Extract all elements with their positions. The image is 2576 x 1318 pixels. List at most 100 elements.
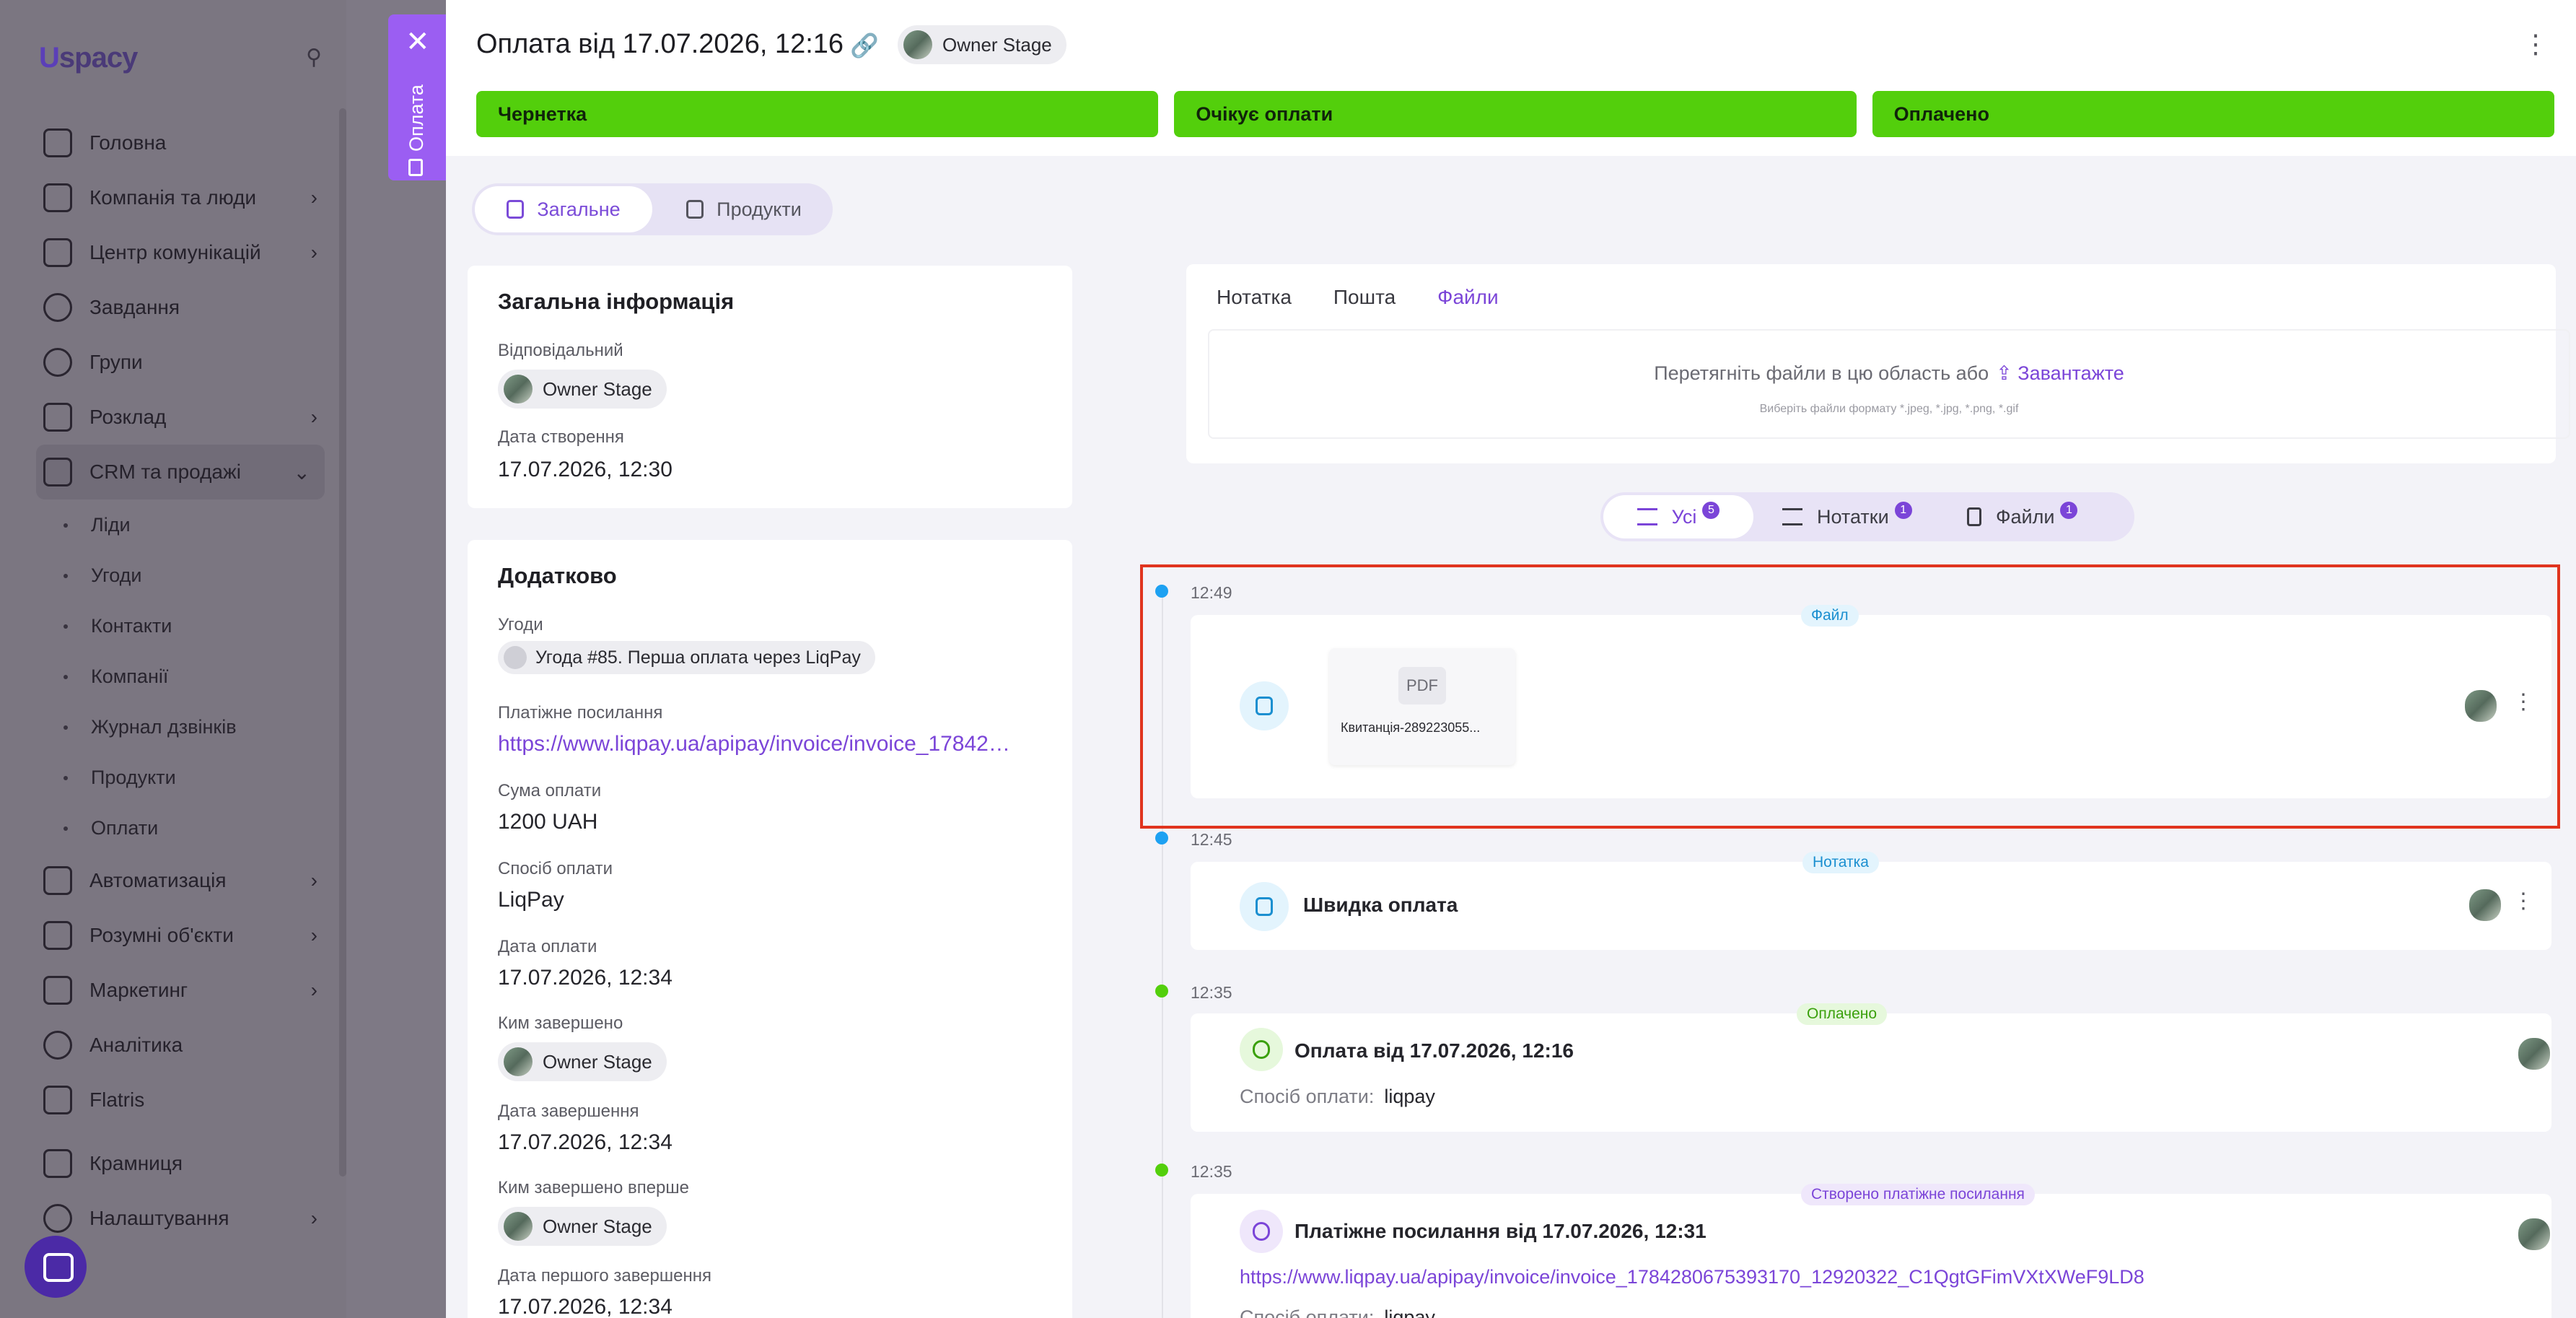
general-info-card: Загальна інформація Відповідальний Owner…	[468, 266, 1072, 508]
app-logo: Uspacy	[39, 42, 138, 74]
avatar	[504, 375, 533, 403]
box-icon	[686, 200, 704, 219]
stage-paid[interactable]: Оплачено	[1872, 91, 2554, 137]
owner-chip[interactable]: Owner Stage	[898, 25, 1066, 64]
upload-link[interactable]: ⇪ Завантажте	[1996, 362, 2124, 384]
dropzone-hint: Виберіть файли формату *.jpeg, *.jpg, *.…	[1759, 403, 2019, 415]
responsible-chip[interactable]: Owner Stage	[498, 370, 667, 409]
sidebar-item-schedule[interactable]: Розклад ›	[43, 390, 332, 445]
page-title: Оплата від 17.07.2026, 12:16	[476, 29, 844, 59]
more-menu-icon[interactable]: ⋮	[2513, 891, 2534, 912]
sidebar-item-settings[interactable]: Налаштування ›	[43, 1191, 332, 1246]
tab-files[interactable]: Файли	[1437, 286, 1498, 309]
sidebar-item-crm[interactable]: CRM та продажі ⌄	[36, 445, 325, 499]
field-label: Дата оплати	[498, 937, 597, 956]
deal-icon	[504, 646, 527, 669]
timeline-time: 12:45	[1191, 830, 1232, 849]
stage-bar: Чернетка Очікує оплати Оплачено	[476, 91, 2554, 137]
note-icon	[1240, 882, 1289, 931]
payment-link[interactable]: https://www.liqpay.ua/apipay/invoice/inv…	[498, 732, 1010, 756]
timeline-tag: Створено платіжне посилання	[1801, 1184, 2035, 1205]
sidebar-sub-payments[interactable]: Оплати	[43, 803, 332, 853]
sidebar-sub-companies[interactable]: Компанії	[43, 651, 332, 702]
panel-header: Оплата від 17.07.2026, 12:16 🔗 Owner Sta…	[446, 0, 2576, 156]
support-chat-button[interactable]	[25, 1236, 87, 1298]
timeline-dot	[1155, 832, 1168, 845]
sidebar-item-communications[interactable]: Центр комунікацій ›	[43, 225, 332, 280]
sidebar-sub-contacts[interactable]: Контакти	[43, 601, 332, 651]
sidebar: Uspacy ⚲ Головна Компанія та люди › Центр…	[0, 0, 346, 1318]
completed-by-chip[interactable]: Owner Stage	[498, 1042, 667, 1081]
sidebar-sub-leads[interactable]: Ліди	[43, 499, 332, 550]
link-icon	[1240, 1210, 1283, 1253]
card-title: Загальна інформація	[498, 289, 735, 314]
chevron-right-icon: ›	[310, 869, 317, 891]
tab-mail[interactable]: Пошта	[1333, 286, 1396, 309]
sidebar-item-tasks[interactable]: Завдання	[43, 280, 332, 335]
document-icon	[408, 159, 423, 176]
file-dropzone[interactable]: Перетягніть файли в цю область або ⇪ Зава…	[1208, 329, 2570, 439]
completed-date-value: 17.07.2026, 12:34	[498, 1130, 673, 1154]
stage-awaiting-payment[interactable]: Очікує оплати	[1174, 91, 1857, 137]
timeline-filter: Усі 5 Нотатки 1 Файли 1	[1600, 492, 2134, 541]
avatar	[2469, 889, 2501, 921]
sidebar-item-smart-objects[interactable]: Розумні об'єкти ›	[43, 908, 332, 963]
note-icon	[1782, 508, 1802, 525]
timeline-paid-card: Оплачено Оплата від 17.07.2026, 12:16 Сп…	[1191, 1003, 2551, 1132]
sidebar-item-company[interactable]: Компанія та люди ›	[43, 170, 332, 225]
sidebar-item-groups[interactable]: Групи	[43, 335, 332, 390]
sidebar-scrollbar[interactable]	[339, 108, 346, 1177]
link-icon	[1240, 1028, 1283, 1071]
link-method: Спосіб оплати: liqpay	[1240, 1306, 1435, 1318]
field-label: Ким завершено вперше	[498, 1178, 689, 1197]
chevron-down-icon: ⌄	[293, 461, 310, 484]
list-icon	[507, 200, 525, 219]
sidebar-item-home[interactable]: Головна	[43, 115, 332, 170]
chevron-right-icon: ›	[310, 979, 317, 1001]
filter-files[interactable]: Файли 1	[1967, 495, 2078, 538]
filter-notes[interactable]: Нотатки 1	[1782, 495, 1912, 538]
first-completed-by-chip[interactable]: Owner Stage	[498, 1207, 667, 1246]
sidebar-item-flatris[interactable]: Flatris	[43, 1073, 332, 1127]
amount-value: 1200 UAH	[498, 810, 598, 834]
first-completed-date-value: 17.07.2026, 12:34	[498, 1295, 673, 1318]
smart-object-icon	[43, 921, 72, 950]
sidebar-item-marketing[interactable]: Маркетинг ›	[43, 963, 332, 1018]
sidebar-item-analytics[interactable]: Аналітика	[43, 1018, 332, 1073]
avatar	[2518, 1218, 2550, 1250]
pin-icon[interactable]: ⚲	[306, 45, 328, 69]
gear-icon	[43, 1204, 72, 1233]
link-icon[interactable]: 🔗	[850, 32, 879, 59]
deal-chip[interactable]: Угода #85. Перша оплата через LiqPay	[498, 641, 875, 674]
count-badge: 1	[2060, 502, 2078, 519]
payment-side-tab[interactable]: ✕ Оплата	[388, 14, 446, 180]
paid-title[interactable]: Оплата від 17.07.2026, 12:16	[1294, 1039, 1574, 1062]
highlight-box	[1140, 564, 2560, 829]
tab-general[interactable]: Загальне	[475, 186, 652, 232]
paid-method: Спосіб оплати: liqpay	[1240, 1086, 1435, 1107]
chart-icon	[43, 1031, 72, 1060]
count-badge: 5	[1702, 502, 1720, 519]
avatar	[2518, 1038, 2550, 1070]
stage-draft[interactable]: Чернетка	[476, 91, 1159, 137]
created-date: 17.07.2026, 12:30	[498, 458, 673, 481]
timeline-tag: Нотатка	[1802, 852, 1879, 873]
tab-note[interactable]: Нотатка	[1217, 286, 1292, 309]
tab-products[interactable]: Продукти	[661, 186, 827, 232]
sidebar-sub-products[interactable]: Продукти	[43, 752, 332, 803]
lightning-icon	[43, 866, 72, 895]
note-text: Швидка оплата	[1303, 894, 1458, 916]
chevron-right-icon: ›	[310, 1207, 317, 1229]
count-badge: 1	[1894, 502, 1912, 519]
sidebar-item-automation[interactable]: Автоматизація ›	[43, 853, 332, 908]
sidebar-sub-call-log[interactable]: Журнал дзвінків	[43, 702, 332, 752]
sidebar-sub-deals[interactable]: Угоди	[43, 550, 332, 601]
users-icon	[43, 348, 72, 377]
store-icon	[43, 1149, 72, 1178]
sidebar-item-store[interactable]: Крамниця	[43, 1136, 332, 1191]
timeline-time: 12:35	[1191, 983, 1232, 1002]
avatar	[504, 1047, 533, 1076]
filter-all[interactable]: Усі 5	[1603, 495, 1753, 538]
more-menu-icon[interactable]: ⋮	[2523, 29, 2549, 59]
payment-url[interactable]: https://www.liqpay.ua/apipay/invoice/inv…	[1240, 1266, 2145, 1288]
